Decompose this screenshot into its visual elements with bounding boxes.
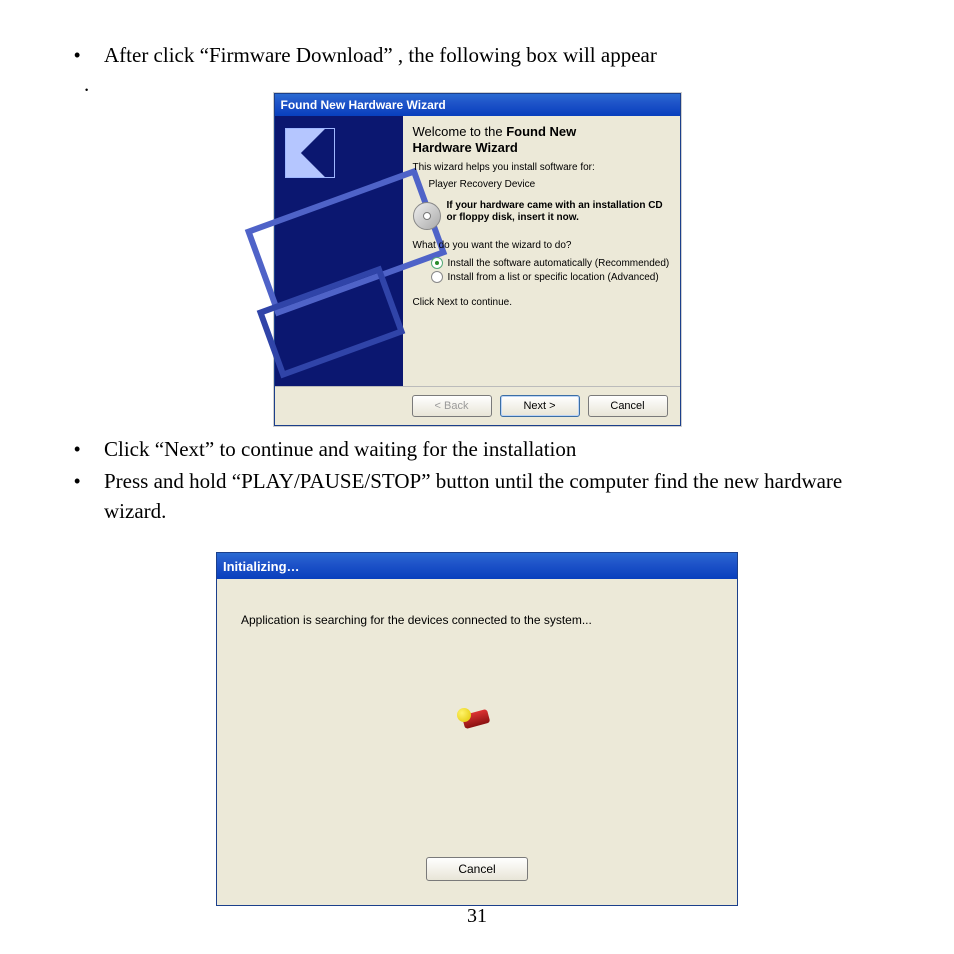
cancel-button-label: Cancel (610, 400, 644, 412)
bullet-text-2: Click “Next” to continue and waiting for… (104, 436, 894, 462)
wizard-question: What do you want the wizard to do? (413, 240, 670, 251)
wizard-heading-bold2: Hardware Wizard (413, 140, 518, 155)
wizard-device-name: Player Recovery Device (429, 179, 670, 190)
option-auto-label: Install the software automatically (Reco… (448, 258, 670, 269)
option-list-label: Install from a list or specific location… (448, 272, 659, 283)
back-button: < Back (412, 395, 492, 417)
wizard-helps-text: This wizard helps you install software f… (413, 162, 670, 173)
bullet-marker: • (60, 436, 104, 462)
radio-selected-icon (431, 257, 443, 269)
wizard-icon (285, 128, 335, 178)
initializing-message: Application is searching for the devices… (241, 613, 713, 627)
option-auto-row[interactable]: Install the software automatically (Reco… (431, 257, 670, 269)
radio-empty-icon (431, 271, 443, 283)
dialog-titlebar: Found New Hardware Wizard (275, 94, 680, 116)
wizard-next-hint: Click Next to continue. (413, 297, 670, 308)
hardware-wizard-dialog: Found New Hardware Wizard Welcome to the… (274, 93, 681, 426)
next-button[interactable]: Next > (500, 395, 580, 417)
cancel-button[interactable]: Cancel (588, 395, 668, 417)
dialog-title-text: Found New Hardware Wizard (281, 98, 446, 112)
page-number: 31 (0, 905, 954, 928)
bullet-marker: • (60, 42, 104, 68)
flashlight-icon (457, 708, 497, 730)
back-button-label: < Back (435, 400, 469, 412)
initializing-cancel-label: Cancel (458, 862, 495, 876)
cd-icon (413, 202, 441, 230)
initializing-dialog: Initializing… Application is searching f… (216, 552, 738, 906)
cd-hint-line2: or floppy disk, insert it now. (447, 212, 663, 224)
wizard-heading-part: Welcome to the (413, 124, 507, 139)
wizard-heading-bold1: Found New (506, 124, 576, 139)
wizard-heading: Welcome to the Found NewHardware Wizard (413, 124, 670, 156)
cd-hint-line1: If your hardware came with an installati… (447, 200, 663, 212)
initializing-title-text: Initializing… (223, 559, 300, 574)
bullet-text-3-cont: wizard. (60, 498, 894, 524)
wizard-side-graphic (275, 116, 403, 386)
bullet-marker: • (60, 468, 104, 494)
next-button-label: Next > (523, 400, 555, 412)
bullet-text-1: After click “Firmware Download” , the fo… (104, 42, 894, 68)
option-list-row[interactable]: Install from a list or specific location… (431, 271, 670, 283)
initializing-titlebar: Initializing… (217, 553, 737, 579)
bullet-text-3: Press and hold “PLAY/PAUSE/STOP” button … (104, 468, 894, 494)
initializing-cancel-button[interactable]: Cancel (426, 857, 528, 881)
